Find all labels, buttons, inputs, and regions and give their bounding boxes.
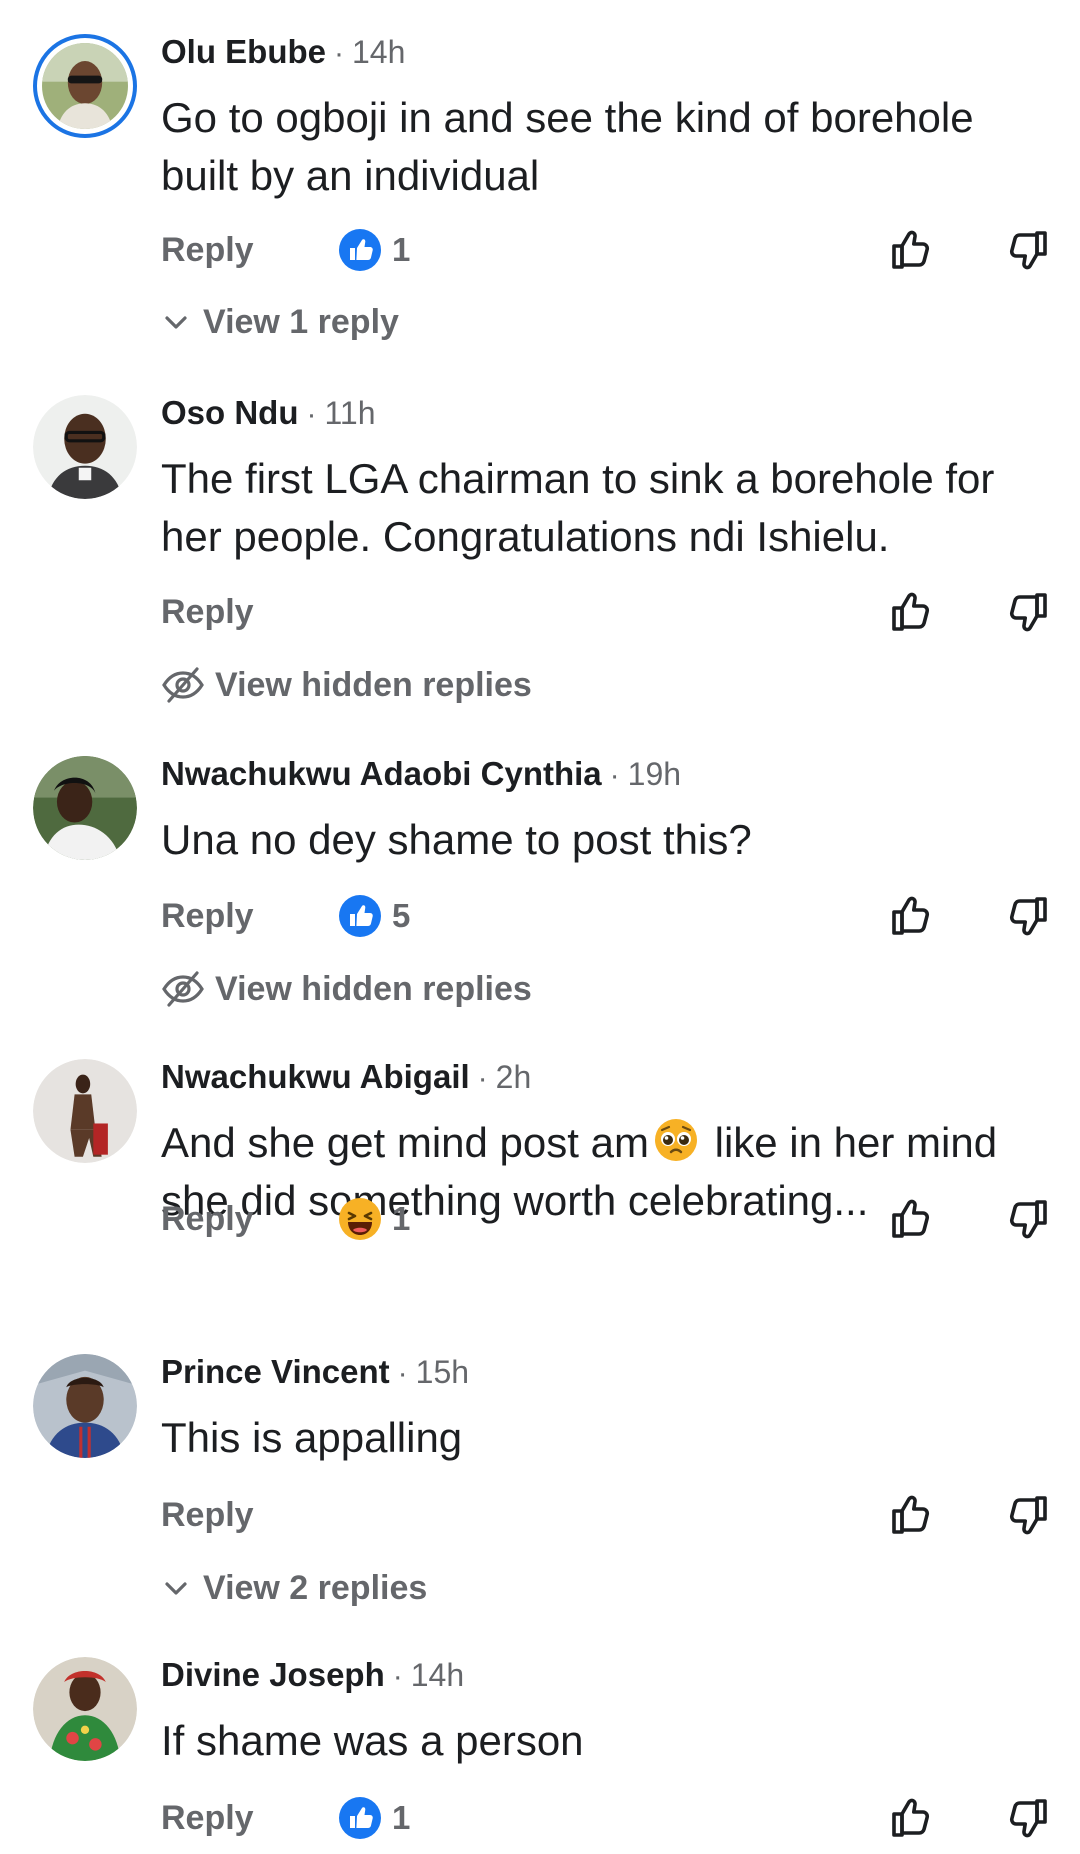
upvote-button[interactable] xyxy=(888,1196,934,1242)
reaction-count: 1 xyxy=(392,231,411,268)
thumbs-up-icon xyxy=(888,227,934,273)
avatar[interactable] xyxy=(33,1354,137,1458)
upvote-button[interactable] xyxy=(888,893,934,939)
comment-header: Olu Ebube · 14h xyxy=(161,32,405,74)
reply-button[interactable]: Reply xyxy=(161,1488,254,1542)
like-reaction-icon xyxy=(338,1796,382,1840)
thumbs-up-icon xyxy=(888,1492,934,1538)
avatar[interactable] xyxy=(33,1657,137,1761)
separator-dot: · xyxy=(609,759,620,792)
reply-button[interactable]: Reply xyxy=(161,889,254,943)
thumbs-down-icon xyxy=(1005,589,1051,635)
author-name[interactable]: Divine Joseph xyxy=(161,1656,385,1693)
view-replies-label: View hidden replies xyxy=(215,666,532,704)
thumbs-down-icon xyxy=(1005,1795,1051,1841)
upvote-button[interactable] xyxy=(888,227,934,273)
action-row: Reply 5 xyxy=(0,889,1080,943)
like-reaction-icon xyxy=(338,228,382,272)
separator-dot: · xyxy=(392,1660,403,1693)
reaction-summary[interactable]: 5 xyxy=(338,894,410,938)
timestamp[interactable]: 14h xyxy=(411,1657,464,1693)
action-row: Reply 1 xyxy=(0,1791,1080,1845)
comment-text: The first LGA chairman to sink a borehol… xyxy=(161,455,995,560)
haha-reaction-icon xyxy=(338,1197,382,1241)
timestamp[interactable]: 15h xyxy=(416,1354,469,1390)
comment-header: Nwachukwu Adaobi Cynthia · 19h xyxy=(161,754,681,796)
downvote-button[interactable] xyxy=(1005,1795,1051,1841)
downvote-button[interactable] xyxy=(1005,227,1051,273)
thumbs-down-icon xyxy=(1005,893,1051,939)
eye-off-icon xyxy=(161,969,205,1009)
timestamp[interactable]: 2h xyxy=(496,1059,532,1095)
separator-dot: · xyxy=(306,398,317,431)
reaction-summary[interactable]: 1 xyxy=(338,228,410,272)
reply-button[interactable]: Reply xyxy=(161,1192,254,1246)
upvote-button[interactable] xyxy=(888,589,934,635)
downvote-button[interactable] xyxy=(1005,893,1051,939)
comment-text-part: And she get mind post am xyxy=(161,1119,649,1166)
downvote-button[interactable] xyxy=(1005,589,1051,635)
thumbs-down-icon xyxy=(1005,1492,1051,1538)
reply-button[interactable]: Reply xyxy=(161,1791,254,1845)
reply-button[interactable]: Reply xyxy=(161,585,254,639)
reaction-count: 1 xyxy=(392,1799,411,1836)
view-replies-label: View 1 reply xyxy=(203,303,399,341)
chevron-down-icon xyxy=(161,307,191,337)
avatar[interactable] xyxy=(33,395,137,499)
author-name[interactable]: Prince Vincent xyxy=(161,1353,390,1390)
comment-text: Go to ogboji in and see the kind of bore… xyxy=(161,94,974,199)
upvote-button[interactable] xyxy=(888,1795,934,1841)
comment-header: Divine Joseph · 14h xyxy=(161,1655,464,1697)
view-hidden-replies-button[interactable]: View hidden replies xyxy=(161,660,532,710)
view-replies-label: View 2 replies xyxy=(203,1569,428,1607)
downvote-button[interactable] xyxy=(1005,1492,1051,1538)
like-reaction-icon xyxy=(338,894,382,938)
avatar[interactable] xyxy=(33,34,137,138)
view-replies-button[interactable]: View 2 replies xyxy=(161,1563,427,1613)
reaction-summary[interactable]: 1 xyxy=(338,1796,410,1840)
separator-dot: · xyxy=(397,1357,408,1390)
thumbs-up-icon xyxy=(888,1196,934,1242)
comment-text: If shame was a person xyxy=(161,1717,584,1764)
action-row: Reply xyxy=(0,585,1080,639)
thumbs-up-icon xyxy=(888,589,934,635)
eye-off-icon xyxy=(161,665,205,705)
thumbs-down-icon xyxy=(1005,1196,1051,1242)
separator-dot: · xyxy=(334,37,344,70)
author-name[interactable]: Nwachukwu Abigail xyxy=(161,1058,470,1095)
reaction-count: 1 xyxy=(392,1200,411,1237)
pleading-face-emoji xyxy=(654,1119,697,1161)
comment-text: This is appalling xyxy=(161,1414,463,1461)
reply-button[interactable]: Reply xyxy=(161,223,254,277)
action-row: Reply 1 xyxy=(0,223,1080,277)
thumbs-down-icon xyxy=(1005,227,1051,273)
downvote-button[interactable] xyxy=(1005,1196,1051,1242)
thumbs-up-icon xyxy=(888,893,934,939)
timestamp[interactable]: 11h xyxy=(325,395,376,431)
upvote-button[interactable] xyxy=(888,1492,934,1538)
comment-header: Nwachukwu Abigail · 2h xyxy=(161,1057,531,1099)
separator-dot: · xyxy=(477,1062,488,1095)
avatar[interactable] xyxy=(33,756,137,860)
avatar[interactable] xyxy=(33,1059,137,1163)
author-name[interactable]: Oso Ndu xyxy=(161,394,299,431)
author-name[interactable]: Olu Ebube xyxy=(161,33,326,70)
comment-header: Oso Ndu · 11h xyxy=(161,393,376,435)
view-replies-label: View hidden replies xyxy=(215,970,532,1008)
action-row: Reply xyxy=(0,1488,1080,1542)
timestamp[interactable]: 19h xyxy=(628,756,681,792)
reaction-summary[interactable]: 1 xyxy=(338,1197,410,1241)
view-hidden-replies-button[interactable]: View hidden replies xyxy=(161,964,532,1014)
view-replies-button[interactable]: View 1 reply xyxy=(161,297,399,347)
comment-header: Prince Vincent · 15h xyxy=(161,1352,469,1394)
chevron-down-icon xyxy=(161,1573,191,1603)
author-name[interactable]: Nwachukwu Adaobi Cynthia xyxy=(161,755,602,792)
action-row: Reply 1 xyxy=(0,1192,1080,1246)
timestamp[interactable]: 14h xyxy=(352,34,405,70)
comment-text: Una no dey shame to post this? xyxy=(161,816,752,863)
thumbs-up-icon xyxy=(888,1795,934,1841)
reaction-count: 5 xyxy=(392,897,411,934)
